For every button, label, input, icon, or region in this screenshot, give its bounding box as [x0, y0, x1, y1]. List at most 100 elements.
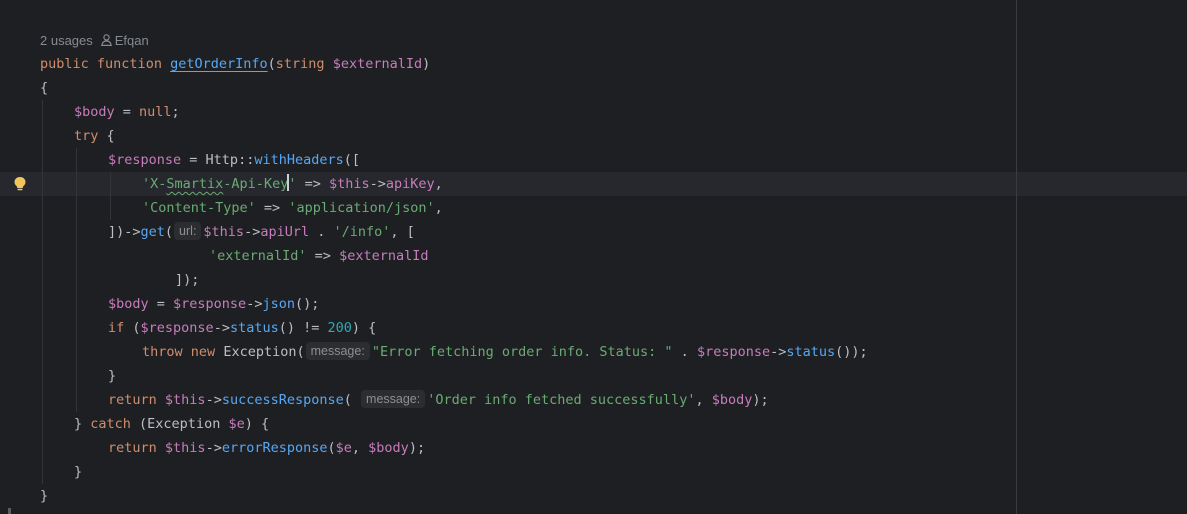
code-vision-hints: 2 usages Efqan — [40, 30, 149, 50]
indent-guide — [76, 148, 77, 412]
code-line-3[interactable]: $body = null; — [74, 100, 180, 124]
punctuation: ( — [343, 392, 352, 408]
code-line-13[interactable]: throw new Exception(message: "Error fetch… — [142, 340, 868, 364]
keyword: if — [108, 320, 125, 336]
brace: } — [74, 464, 83, 480]
method-name: successResponse — [221, 392, 344, 408]
punctuation: ( — [164, 224, 174, 240]
string: -Api- — [223, 176, 264, 192]
punctuation: ])-> — [108, 224, 141, 240]
punctuation: , — [351, 440, 369, 456]
punctuation: ( — [130, 416, 148, 432]
brace: } — [74, 416, 91, 432]
string: 'X- — [142, 176, 167, 192]
string: 'application/json' — [288, 200, 435, 216]
punctuation: , [ — [390, 224, 415, 240]
code-editor[interactable]: 2 usages Efqan public function getOrderI… — [0, 0, 1187, 514]
code-line-10[interactable]: ]); — [175, 268, 199, 292]
string: Key — [263, 176, 289, 192]
string: 'externalId' — [209, 248, 307, 264]
keyword: new — [190, 344, 216, 360]
code-line-17[interactable]: return $this->errorResponse($e, $body); — [108, 436, 425, 460]
variable: $response — [173, 296, 247, 312]
variable: $this — [203, 224, 245, 240]
operator: -> — [369, 176, 386, 192]
code-line-1[interactable]: public function getOrderInfo(string $ext… — [40, 52, 430, 76]
code-line-9[interactable]: 'externalId' => $externalId — [209, 244, 428, 268]
keyword: return — [108, 392, 157, 408]
code-line-4[interactable]: try { — [74, 124, 115, 148]
code-line-6[interactable]: 'X-Smartix-Api-Key' => $this->apiKey, — [142, 172, 443, 196]
variable: $this — [164, 440, 206, 456]
code-line-5[interactable]: $response = Http::withHeaders([ — [108, 148, 360, 172]
variable: $body — [368, 440, 409, 456]
parameter-hint: message: — [305, 342, 370, 360]
keyword: null — [139, 104, 172, 120]
operator: => — [255, 200, 289, 216]
parameter: $externalId — [332, 56, 423, 72]
punctuation: ; — [171, 104, 180, 120]
punctuation: , — [695, 392, 712, 408]
punctuation: , — [434, 200, 443, 216]
operator: = — [114, 104, 140, 120]
string-typo: Smartix — [166, 176, 224, 192]
author-name: Efqan — [114, 32, 149, 48]
string: 'Order info fetched successfully' — [427, 392, 696, 408]
method-name: status — [229, 320, 279, 336]
brace: { — [98, 128, 115, 144]
punctuation: ( — [124, 320, 141, 336]
code-line-7[interactable]: 'Content-Type' => 'application/json', — [142, 196, 443, 220]
variable: $body — [74, 104, 115, 120]
operator: -> — [244, 224, 261, 240]
parameter-hint: url: — [174, 222, 202, 240]
brace: { — [40, 80, 49, 96]
code-line-15[interactable]: return $this->successResponse( message: '… — [108, 388, 769, 412]
punctuation: ) { — [244, 416, 270, 432]
function-name[interactable]: getOrderInfo — [170, 56, 268, 72]
punctuation: (); — [294, 296, 320, 312]
code-line-11[interactable]: $body = $response->json(); — [108, 292, 319, 316]
variable: $e — [335, 440, 352, 456]
lightbulb-icon[interactable] — [13, 176, 27, 192]
variable: $externalId — [339, 248, 429, 264]
punctuation: ()); — [835, 344, 868, 360]
code-line-16[interactable]: } catch (Exception $e) { — [74, 412, 269, 436]
brace: } — [108, 368, 117, 384]
indent-guide — [110, 172, 111, 220]
keyword: catch — [90, 416, 131, 432]
punctuation: ); — [752, 392, 769, 408]
punctuation: ]); — [175, 272, 200, 288]
class-name: Exception — [147, 416, 221, 432]
variable: $e — [228, 416, 245, 432]
punctuation: ( — [296, 344, 305, 360]
person-icon — [100, 34, 112, 46]
variable: $this — [164, 392, 206, 408]
code-line-8[interactable]: ])->get(url: $this->apiUrl . '/info', [ — [108, 220, 415, 244]
punctuation: ) { — [351, 320, 377, 336]
class-name: Http — [205, 152, 239, 168]
operator: => — [306, 248, 340, 264]
punctuation: ( — [327, 440, 336, 456]
code-line-12[interactable]: if ($response->status() != 200) { — [108, 316, 376, 340]
method-name: withHeaders — [254, 152, 344, 168]
operator: => — [296, 176, 329, 192]
punctuation: ); — [408, 440, 426, 456]
keyword: try — [74, 128, 99, 144]
code-line-14[interactable]: } — [108, 364, 116, 388]
method-name: status — [786, 344, 836, 360]
operator: () != — [278, 320, 328, 336]
operator: = — [148, 296, 174, 312]
variable: $this — [328, 176, 370, 192]
keyword: public — [40, 56, 89, 72]
code-line-2[interactable]: { — [40, 76, 48, 100]
indent-guide — [42, 100, 43, 484]
author-hint[interactable]: Efqan — [100, 32, 149, 48]
code-line-19[interactable]: } — [40, 484, 48, 508]
variable: $body — [108, 296, 149, 312]
class-name: Exception — [223, 344, 297, 360]
property: apiKey — [385, 176, 435, 192]
code-line-18[interactable]: } — [74, 460, 82, 484]
punctuation: , — [434, 176, 443, 192]
operator: -> — [213, 320, 230, 336]
usages-hint[interactable]: 2 usages — [40, 33, 93, 48]
